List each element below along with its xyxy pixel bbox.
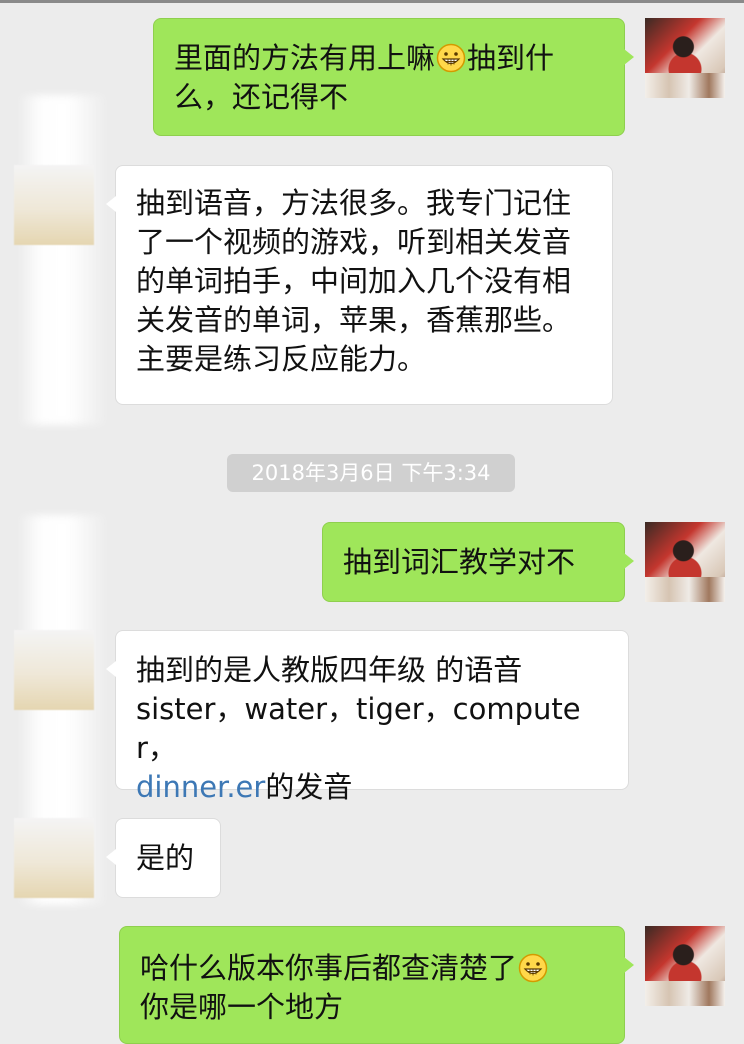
message-line: sister，water，tiger，computer，	[136, 692, 581, 765]
grinning-face-icon	[518, 953, 548, 983]
message-text: 你是哪一个地方	[140, 990, 344, 1024]
message-line: 抽到的是人教版四年级 的语音	[136, 653, 523, 687]
message-bubble-outgoing[interactable]: 抽到词汇教学对不	[322, 522, 634, 602]
avatar-contact[interactable]	[14, 630, 94, 710]
message-line: dinner.er的发音	[136, 768, 608, 807]
timestamp-badge: 2018年3月6日 下午3:34	[227, 454, 515, 492]
message-bubble-incoming[interactable]: 抽到语音，方法很多。我专门记住了一个视频的游戏，听到相关发音的单词拍手，中间加入…	[106, 165, 613, 405]
message-link[interactable]: dinner.er	[136, 770, 265, 804]
message-bubble-incoming[interactable]: 抽到的是人教版四年级 的语音 sister，water，tiger，comput…	[106, 630, 629, 804]
blurred-region	[18, 95, 108, 425]
avatar-contact[interactable]	[14, 818, 94, 898]
top-edge	[0, 0, 744, 3]
message-text: 抽到语音，方法很多。我专门记住了一个视频的游戏，听到相关发音的单词拍手，中间加入…	[136, 186, 572, 376]
message-text: 的发音	[265, 770, 353, 804]
message-text: 是的	[136, 841, 195, 875]
avatar-self[interactable]	[645, 18, 725, 98]
avatar-self[interactable]	[645, 926, 725, 1006]
avatar-self[interactable]	[645, 522, 725, 602]
message-text: 里面的方法有用上嘛	[174, 41, 436, 75]
avatar-contact[interactable]	[14, 165, 94, 245]
message-bubble-incoming[interactable]: 是的	[106, 818, 221, 898]
message-bubble-outgoing[interactable]: 哈什么版本你事后都查清楚了 你是哪一个地方	[119, 926, 634, 1044]
message-text: 哈什么版本你事后都查清楚了	[140, 951, 518, 985]
message-bubble-outgoing[interactable]: 里面的方法有用上嘛 抽到什么，还记得不	[153, 18, 634, 136]
message-text: 抽到词汇教学对不	[343, 545, 576, 579]
grinning-face-icon	[436, 43, 466, 73]
